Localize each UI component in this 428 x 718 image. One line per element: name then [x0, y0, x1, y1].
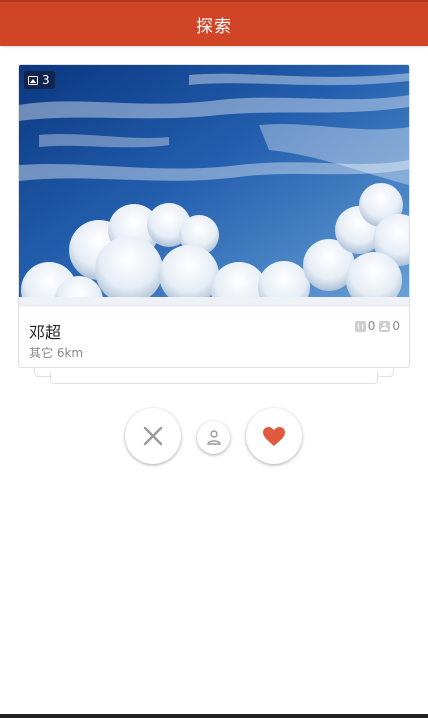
chart-icon	[354, 320, 366, 332]
screen: 探索 3 邓超 其它 6km 0 0	[0, 0, 428, 718]
image-icon	[28, 75, 38, 85]
stat-first: 0	[354, 319, 376, 333]
profile-name: 邓超	[29, 323, 62, 342]
view-profile-button[interactable]	[197, 421, 230, 454]
stat-first-count: 0	[367, 319, 376, 333]
close-x-icon	[143, 426, 163, 446]
person-icon	[206, 430, 221, 445]
stacked-card-back	[50, 372, 378, 384]
user-icon	[379, 320, 391, 332]
dislike-button[interactable]	[125, 408, 181, 464]
heart-icon	[263, 426, 285, 446]
stat-second-count: 0	[392, 319, 400, 333]
profile-stats: 0 0	[354, 319, 400, 333]
like-button[interactable]	[246, 408, 302, 464]
profile-info: 邓超 其它 6km 0 0	[19, 307, 409, 367]
photo-count-badge: 3	[24, 71, 55, 89]
profile-card[interactable]: 3 邓超 其它 6km 0 0	[18, 64, 410, 368]
photo-count-value: 3	[42, 73, 50, 87]
page-title: 探索	[196, 16, 232, 37]
sky-clouds-image	[19, 65, 409, 307]
profile-meta: 其它 6km	[29, 346, 84, 360]
bottom-edge	[0, 714, 428, 718]
top-bar: 探索	[0, 0, 428, 46]
stat-second: 0	[379, 319, 400, 333]
profile-photo[interactable]: 3	[19, 65, 409, 307]
